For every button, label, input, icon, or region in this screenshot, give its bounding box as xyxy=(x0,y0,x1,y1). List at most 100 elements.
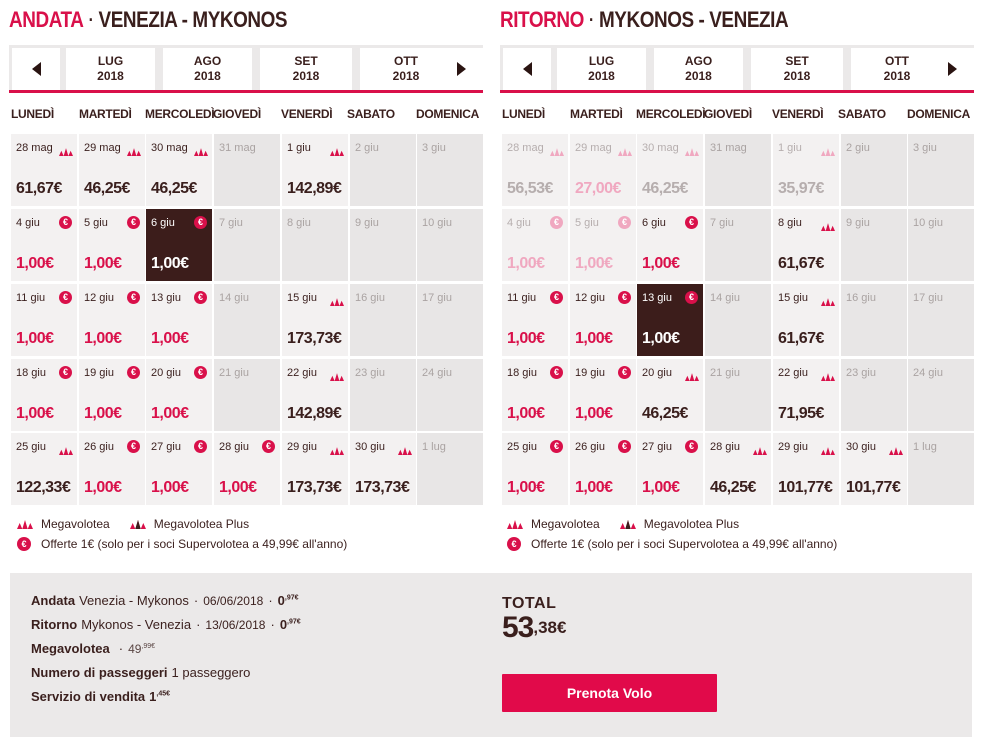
day-date: 7 giu xyxy=(710,217,734,229)
day-cell-disabled: 10 giu xyxy=(908,209,974,281)
day-cell[interactable]: 6 giu €1,00€ xyxy=(637,209,703,281)
prev-month-button[interactable] xyxy=(503,48,551,90)
prev-month-button[interactable] xyxy=(12,48,60,90)
legend-megavolotea-label: Megavolotea xyxy=(531,517,600,531)
day-price: 1,00€ xyxy=(575,479,613,496)
next-month-button[interactable] xyxy=(930,48,974,90)
day-price: 1,00€ xyxy=(84,405,122,422)
price-integer: 0 xyxy=(277,593,285,608)
month-year: 2018 xyxy=(194,69,221,83)
day-cell[interactable]: 22 giu 71,95€ xyxy=(773,359,839,431)
day-cell[interactable]: 30 mag 46,25€ xyxy=(637,134,703,206)
day-cell[interactable]: 30 giu 173,73€ xyxy=(350,433,416,505)
day-date: 18 giu xyxy=(16,367,46,379)
day-date: 17 giu xyxy=(422,292,452,304)
day-date: 28 mag xyxy=(507,142,544,154)
day-date: 5 giu xyxy=(575,217,599,229)
day-cell[interactable]: 15 giu 173,73€ xyxy=(282,284,348,356)
day-date: 21 giu xyxy=(219,367,249,379)
day-cell[interactable]: 29 giu 173,73€ xyxy=(282,433,348,505)
day-cell[interactable]: 12 giu €1,00€ xyxy=(570,284,636,356)
day-price: 61,67€ xyxy=(16,180,62,197)
day-cell[interactable]: 6 giu €1,00€ xyxy=(146,209,212,281)
day-cell[interactable]: 5 giu €1,00€ xyxy=(570,209,636,281)
day-cell[interactable]: 27 giu €1,00€ xyxy=(146,433,212,505)
day-cell[interactable]: 8 giu 61,67€ xyxy=(773,209,839,281)
day-cell[interactable]: 4 giu €1,00€ xyxy=(11,209,77,281)
day-cell[interactable]: 26 giu €1,00€ xyxy=(570,433,636,505)
arrow-left-icon xyxy=(31,62,41,76)
day-cell[interactable]: 22 giu 142,89€ xyxy=(282,359,348,431)
next-month-button[interactable] xyxy=(439,48,483,90)
day-cell[interactable]: 25 giu 122,33€ xyxy=(11,433,77,505)
outbound-title-route: VENEZIA - MYKONOS xyxy=(98,7,288,32)
day-price: 46,25€ xyxy=(642,405,688,422)
day-cell-disabled: 1 lug xyxy=(417,433,483,505)
month-tab-lug[interactable]: LUG 2018 xyxy=(557,48,646,90)
day-price: 1,00€ xyxy=(151,479,189,496)
return-month-nav: LUG 2018 AGO 2018 SET 2018 OTT 2018 xyxy=(500,45,974,93)
day-cell[interactable]: 15 giu 61,67€ xyxy=(773,284,839,356)
day-cell[interactable]: 26 giu €1,00€ xyxy=(79,433,145,505)
month-tab-lug[interactable]: LUG 2018 xyxy=(66,48,155,90)
month-tab-ago[interactable]: AGO 2018 xyxy=(654,48,743,90)
day-date: 3 giu xyxy=(913,142,937,154)
day-cell[interactable]: 28 mag 56,53€ xyxy=(502,134,568,206)
day-cell[interactable]: 28 giu €1,00€ xyxy=(214,433,280,505)
book-flight-button[interactable]: Prenota Volo xyxy=(502,674,717,712)
price-decimal: ,97€ xyxy=(284,594,299,602)
day-cell[interactable]: 28 mag 61,67€ xyxy=(11,134,77,206)
day-cell[interactable]: 20 giu 46,25€ xyxy=(637,359,703,431)
euro-offer-icon: € xyxy=(550,216,563,229)
day-cell[interactable]: 19 giu €1,00€ xyxy=(570,359,636,431)
day-cell[interactable]: 20 giu €1,00€ xyxy=(146,359,212,431)
summary-return-line: Ritorno Mykonos - Venezia · 13/06/2018 ·… xyxy=(31,617,301,641)
summary-outbound-date: 06/06/2018 xyxy=(203,594,264,608)
day-cell-disabled: 31 mag xyxy=(705,134,771,206)
euro-offer-icon: € xyxy=(618,366,631,379)
day-date: 6 giu xyxy=(151,217,175,229)
day-cell[interactable]: 11 giu €1,00€ xyxy=(502,284,568,356)
day-cell[interactable]: 27 giu €1,00€ xyxy=(637,433,703,505)
weekday-label: VENERDÌ xyxy=(772,107,824,121)
day-cell[interactable]: 13 giu €1,00€ xyxy=(637,284,703,356)
day-cell[interactable]: 29 mag 46,25€ xyxy=(79,134,145,206)
day-date: 30 giu xyxy=(355,441,385,453)
day-cell[interactable]: 19 giu €1,00€ xyxy=(79,359,145,431)
day-cell[interactable]: 30 giu 101,77€ xyxy=(841,433,907,505)
day-price: 1,00€ xyxy=(642,330,680,347)
day-cell[interactable]: 28 giu 46,25€ xyxy=(705,433,771,505)
month-tab-ago[interactable]: AGO 2018 xyxy=(163,48,252,90)
summary-outbound-line: Andata Venezia - Mykonos · 06/06/2018 · … xyxy=(31,593,301,617)
day-cell[interactable]: 18 giu €1,00€ xyxy=(11,359,77,431)
day-date: 16 giu xyxy=(846,292,876,304)
month-tab-set[interactable]: SET 2018 xyxy=(260,48,352,90)
day-cell[interactable]: 18 giu €1,00€ xyxy=(502,359,568,431)
day-cell[interactable]: 4 giu €1,00€ xyxy=(502,209,568,281)
day-cell[interactable]: 30 mag 46,25€ xyxy=(146,134,212,206)
day-cell[interactable]: 25 giu €1,00€ xyxy=(502,433,568,505)
day-cell[interactable]: 5 giu €1,00€ xyxy=(79,209,145,281)
day-cell[interactable]: 29 mag 27,00€ xyxy=(570,134,636,206)
weekday-label: SABATO xyxy=(838,107,886,121)
day-cell[interactable]: 12 giu €1,00€ xyxy=(79,284,145,356)
day-price: 142,89€ xyxy=(287,405,342,422)
price-integer: 49 xyxy=(128,642,142,656)
day-cell[interactable]: 11 giu €1,00€ xyxy=(11,284,77,356)
day-cell[interactable]: 1 giu 142,89€ xyxy=(282,134,348,206)
month-name: LUG xyxy=(588,54,615,68)
day-date: 27 giu xyxy=(642,441,672,453)
day-cell-disabled: 2 giu xyxy=(350,134,416,206)
day-cell[interactable]: 29 giu 101,77€ xyxy=(773,433,839,505)
day-cell[interactable]: 1 giu 35,97€ xyxy=(773,134,839,206)
day-date: 14 giu xyxy=(710,292,740,304)
euro-offer-icon: € xyxy=(127,291,140,304)
month-tab-set[interactable]: SET 2018 xyxy=(751,48,843,90)
day-date: 11 giu xyxy=(507,292,537,304)
day-cell-disabled: 21 giu xyxy=(214,359,280,431)
day-cell[interactable]: 13 giu €1,00€ xyxy=(146,284,212,356)
total-integer: 53 xyxy=(502,611,534,644)
day-date: 12 giu xyxy=(575,292,605,304)
day-price: 101,77€ xyxy=(846,479,901,496)
day-price: 46,25€ xyxy=(84,180,130,197)
